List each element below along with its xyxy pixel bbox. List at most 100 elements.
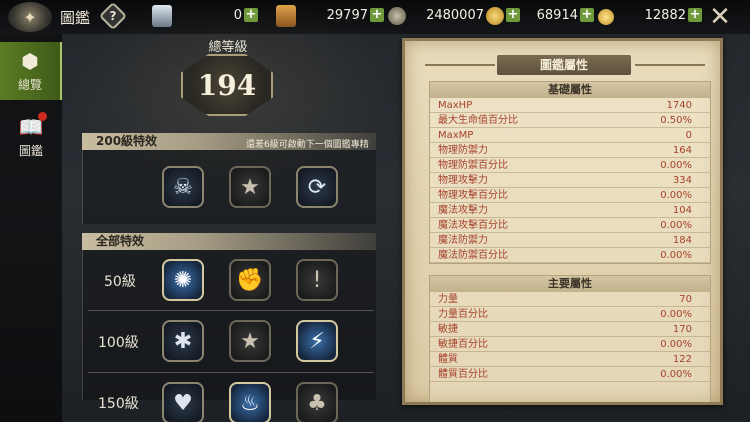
add-gold-button[interactable]: + [580,8,594,22]
main-stats-panel: 主要屬性 力量 70 力量百分比 0.00% 敏捷 170 敏捷百分比 0.00% 體質 122 體… [429,275,711,402]
sidebar-item-label: 總覽 [17,78,42,92]
stat-row: MaxHP 1740 [430,98,710,113]
stat-value: 0 [685,130,692,141]
main-stats-list: 力量 70 力量百分比 0.00% 敏捷 170 敏捷百分比 0.00% 體質 122 體質百分比 0… [430,292,710,382]
star-icon[interactable]: ★ [229,320,271,362]
row-label-50: 50級 [104,274,136,290]
all-effects-header: 全部特效 [82,233,376,250]
stat-row: MaxMP 0 [430,128,710,143]
add-gear-coin-button[interactable]: + [506,8,520,22]
notification-dot [38,112,47,121]
title-ornament-right [635,64,705,66]
total-level-badge: 194 [181,54,273,116]
stat-row: 物理攻擊力 334 [430,173,710,188]
stat-row: 物理攻擊百分比 0.00% [430,188,710,203]
stat-value: 0.00% [660,220,692,231]
flame-icon[interactable]: ♨ [229,382,271,422]
basic-stats-panel: 基礎屬性 MaxHP 1740 最大生命值百分比 0.50% MaxMP 0 物理防禦力 16… [429,81,711,264]
stat-value: 170 [672,324,692,335]
stat-name: 魔法攻擊力 [438,205,488,216]
heart-icon[interactable]: ♥ [162,382,204,422]
row-divider [88,372,374,373]
sword-icon[interactable]: ! [296,259,338,301]
stat-row: 體質百分比 0.00% [430,367,710,382]
row-label-100: 100級 [98,335,139,351]
row-label-150: 150級 [98,396,139,412]
gold-coin-count: 68914 [536,8,578,23]
stat-value: 0.00% [660,160,692,171]
section-200-note: 還差6級可啟動下一個圖鑑專精 [246,140,369,150]
sidebar-item-book[interactable]: 📖 圖鑑 [0,108,62,166]
lightning-sword-icon[interactable]: ⚡ [296,320,338,362]
question-icon: ? [109,9,117,23]
stat-row: 物理防禦力 164 [430,143,710,158]
stat-row: 物理防禦百分比 0.00% [430,158,710,173]
page-title: 圖鑑 [60,9,91,27]
main-stats-title: 主要屬性 [430,276,710,292]
tree-icon[interactable]: ♣ [296,382,338,422]
stat-row: 魔法防禦百分比 0.00% [430,248,710,263]
scroll-icon [276,5,296,27]
stat-value: 334 [672,175,692,186]
stat-row: 最大生命值百分比 0.50% [430,113,710,128]
stat-row: 敏捷百分比 0.00% [430,337,710,352]
close-button[interactable]: ✕ [707,4,733,30]
yellow-coin-icon [598,9,614,25]
star-icon[interactable]: ★ [229,166,271,208]
dragon-emblem-icon[interactable]: ✦ [8,2,52,32]
stat-value: 0.00% [660,369,692,380]
stat-name: MaxMP [438,130,474,141]
fist-icon[interactable]: ✊ [229,259,271,301]
sidebar-item-label: 圖鑑 [18,144,43,158]
total-level-title: 總等級 [208,40,248,55]
stat-value: 184 [672,235,692,246]
stat-name: 魔法防禦力 [438,235,488,246]
stat-value: 0.00% [660,250,692,261]
card-icon [152,5,172,27]
stat-value: 0.00% [660,309,692,320]
stat-row: 力量百分比 0.00% [430,307,710,322]
figure-icon[interactable]: ✺ [162,259,204,301]
stat-row: 魔法防禦力 184 [430,233,710,248]
stat-value: 70 [679,294,692,305]
stat-value: 104 [672,205,692,216]
stat-value: 0.00% [660,339,692,350]
basic-stats-list: MaxHP 1740 最大生命值百分比 0.50% MaxMP 0 物理防禦力 164 物理防禦… [430,98,710,263]
add-yellow-coin-button[interactable]: + [688,8,702,22]
stat-value: 0.00% [660,190,692,201]
close-icon: ✕ [709,2,731,32]
add-scroll-button[interactable]: + [370,8,384,22]
sidebar-item-overview[interactable]: ⬢ 總覽 [0,42,62,100]
overview-icon: ⬢ [21,49,39,73]
gold-coin-icon [486,7,504,25]
top-bar: ✦ 圖鑑 ? 0 + 29797 + 2480007 + 68914 + 128… [0,0,750,34]
help-button[interactable]: ? [98,1,128,31]
title-ornament-left [425,64,495,66]
sword-swirl-icon[interactable]: ⟳ [296,166,338,208]
stat-name: 力量 [438,294,458,305]
yellow-coin-count: 12882 [644,8,686,23]
stat-value: 122 [672,354,692,365]
add-card-button[interactable]: + [244,8,258,22]
stat-value: 164 [672,145,692,156]
stat-name: 物理防禦力 [438,145,488,156]
stat-row: 力量 70 [430,292,710,307]
stat-row: 魔法攻擊力 104 [430,203,710,218]
gear-coin-icon [388,7,406,25]
snowflake-icon[interactable]: ✱ [162,320,204,362]
stat-name: MaxHP [438,100,473,111]
stat-name: 體質百分比 [438,369,488,380]
stat-row: 敏捷 170 [430,322,710,337]
stat-name: 最大生命值百分比 [438,115,518,126]
basic-stats-title: 基礎屬性 [430,82,710,98]
row-divider [88,310,374,311]
stats-parchment: 圖鑑屬性 基礎屬性 MaxHP 1740 最大生命值百分比 0.50% MaxMP 0 物理… [402,38,723,405]
stat-name: 魔法防禦百分比 [438,250,508,261]
stat-name: 物理攻擊力 [438,175,488,186]
stat-name: 敏捷 [438,324,458,335]
skull-icon[interactable]: ☠ [162,166,204,208]
stat-value: 1740 [666,100,692,111]
stat-name: 體質 [438,354,458,365]
stat-row: 魔法攻擊百分比 0.00% [430,218,710,233]
sidebar: ⬢ 總覽 📖 圖鑑 [0,34,62,422]
